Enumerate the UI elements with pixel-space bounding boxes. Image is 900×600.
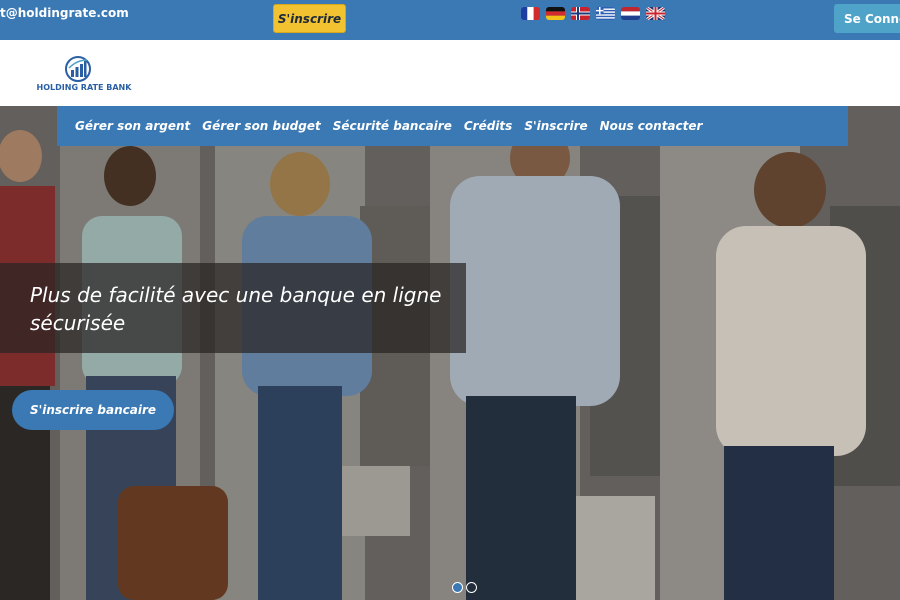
login-button[interactable]: Se Connec (834, 4, 900, 33)
bank-name: HOLDING RATE BANK (36, 83, 132, 92)
flag-gr-icon[interactable] (596, 7, 615, 20)
nav-item-manage-budget[interactable]: Gérer son budget (202, 119, 320, 133)
flag-uk-icon[interactable] (646, 7, 665, 20)
nav-item-credits[interactable]: Crédits (464, 119, 512, 133)
hero-slider (0, 106, 900, 600)
nav-item-manage-money[interactable]: Gérer son argent (75, 119, 190, 133)
flag-de-icon[interactable] (546, 7, 565, 20)
slider-dot-2[interactable] (466, 582, 477, 593)
top-bar: t@holdingrate.com S'inscrire Se Connec (0, 0, 900, 40)
flag-no-icon[interactable] (571, 7, 590, 20)
bank-logo[interactable]: HOLDING RATE BANK (32, 56, 136, 96)
nav-item-bank-security[interactable]: Sécurité bancaire (333, 119, 452, 133)
hero-photo-atm-users (0, 106, 900, 600)
language-selector (521, 7, 665, 20)
slider-pagination (452, 582, 477, 593)
hero-headline: Plus de facilité avec une banque en lign… (30, 283, 442, 335)
hero-caption: Plus de facilité avec une banque en lign… (0, 263, 466, 353)
contact-email[interactable]: t@holdingrate.com (0, 6, 129, 20)
signup-bank-button[interactable]: S'inscrire bancaire (12, 390, 174, 430)
nav-item-signup[interactable]: S'inscrire (524, 119, 587, 133)
bank-logo-icon (65, 56, 91, 82)
flag-fr-icon[interactable] (521, 7, 540, 20)
slider-dot-1[interactable] (452, 582, 463, 593)
nav-item-contact[interactable]: Nous contacter (600, 119, 703, 133)
signup-button[interactable]: S'inscrire (273, 4, 346, 33)
flag-nl-icon[interactable] (621, 7, 640, 20)
main-nav: Gérer son argent Gérer son budget Sécuri… (57, 106, 848, 146)
